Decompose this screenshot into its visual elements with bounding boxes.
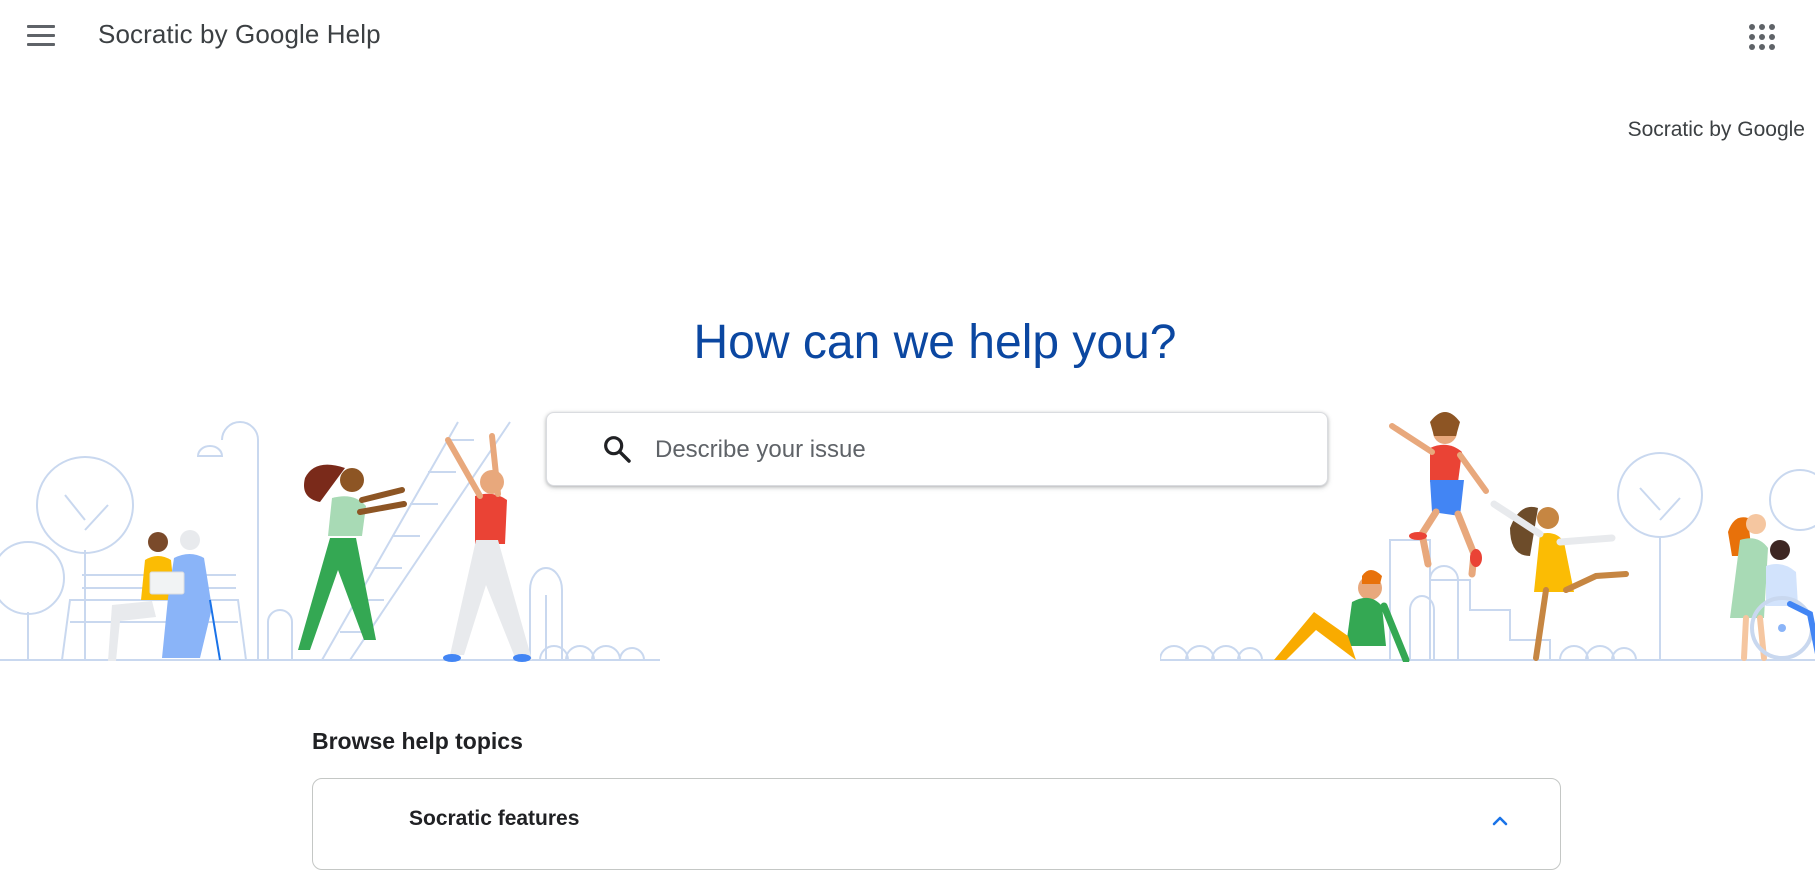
apps-grid-dot	[1759, 44, 1765, 50]
apps-grid-dot	[1749, 44, 1755, 50]
top-app-bar: Socratic by Google Help	[0, 0, 1815, 72]
google-apps-grid-icon	[1749, 24, 1755, 30]
main-menu-button[interactable]	[20, 18, 62, 54]
app-title[interactable]: Socratic by Google Help	[98, 19, 381, 50]
hamburger-menu-icon	[27, 25, 55, 28]
search-input[interactable]	[653, 427, 1297, 473]
hamburger-menu-icon-line	[27, 43, 55, 46]
topic-card: Socratic features	[312, 778, 1561, 870]
search-box[interactable]	[546, 412, 1328, 486]
hamburger-menu-icon-line	[27, 34, 55, 37]
apps-grid-dot	[1759, 34, 1765, 40]
apps-grid-dot	[1769, 24, 1775, 30]
apps-grid-dot	[1769, 34, 1775, 40]
topic-socratic-features[interactable]: Socratic features	[409, 807, 579, 831]
apps-grid-dot	[1769, 44, 1775, 50]
page-title: How can we help you?	[693, 316, 1177, 369]
apps-grid-dot	[1759, 24, 1765, 30]
product-home-link[interactable]: Socratic by Google	[1628, 118, 1805, 142]
search-icon[interactable]	[601, 433, 633, 465]
apps-grid-dot	[1749, 34, 1755, 40]
google-apps-button[interactable]	[1742, 17, 1782, 57]
browse-help-topics-heading: Browse help topics	[312, 728, 523, 754]
chevron-up-icon[interactable]	[1488, 809, 1512, 833]
